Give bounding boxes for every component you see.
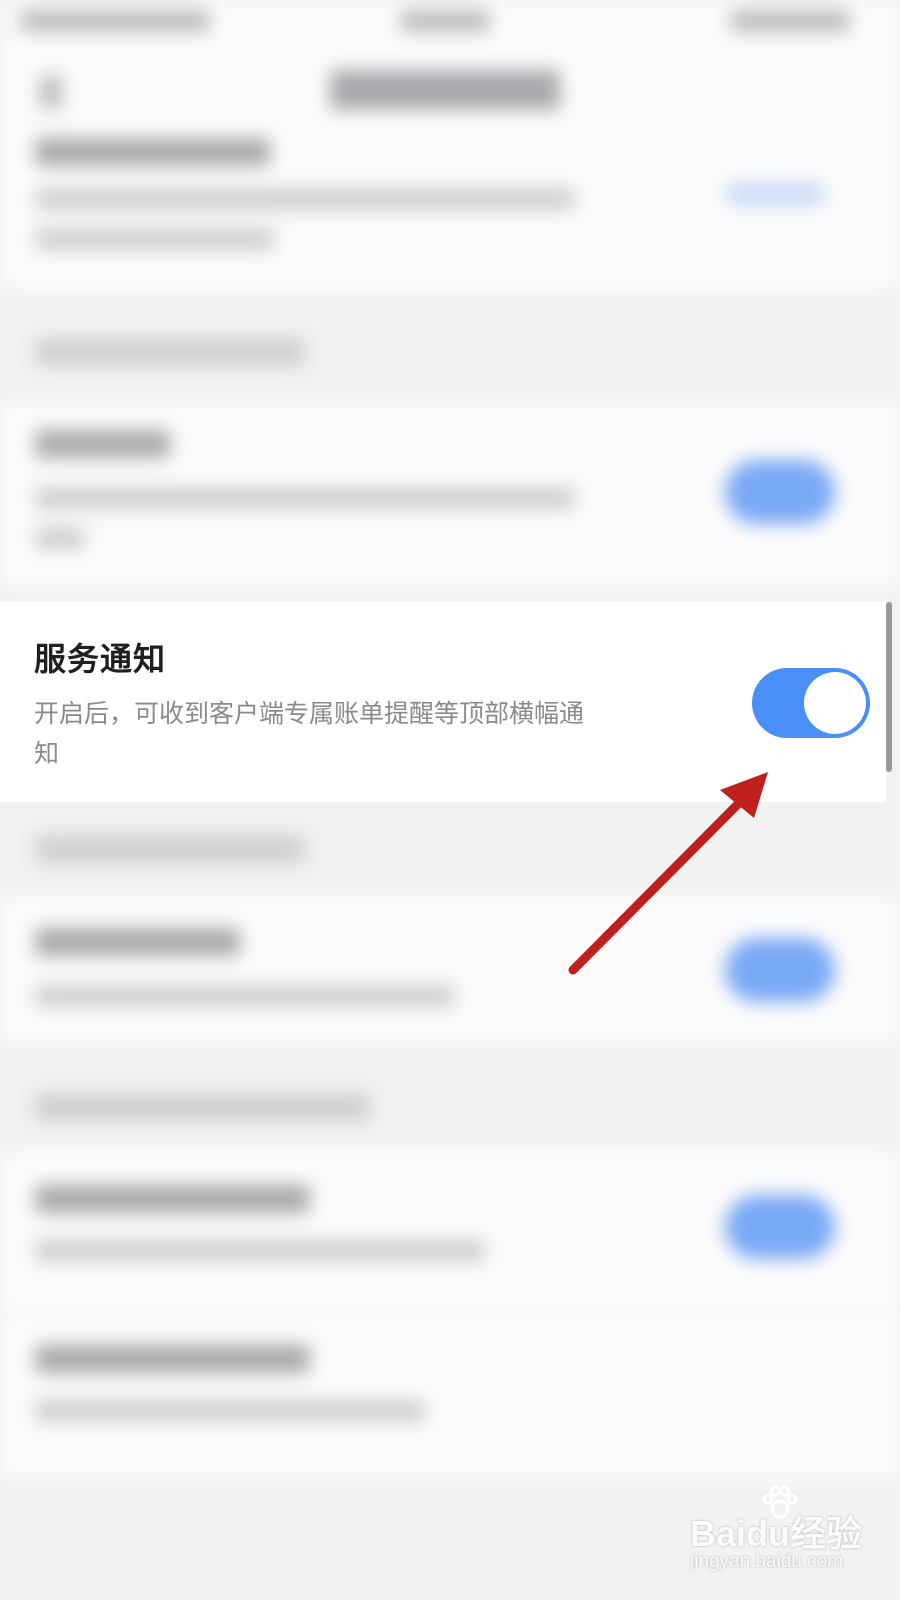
red-arrow-icon — [568, 772, 768, 975]
baidu-watermark: Baidu经验 jingyan.baidu.com — [690, 1485, 880, 1590]
arrow-shaft — [568, 793, 749, 975]
watermark-logo: Baidu经验 — [690, 1513, 863, 1554]
watermark-url: jingyan.baidu.com — [690, 1551, 844, 1572]
